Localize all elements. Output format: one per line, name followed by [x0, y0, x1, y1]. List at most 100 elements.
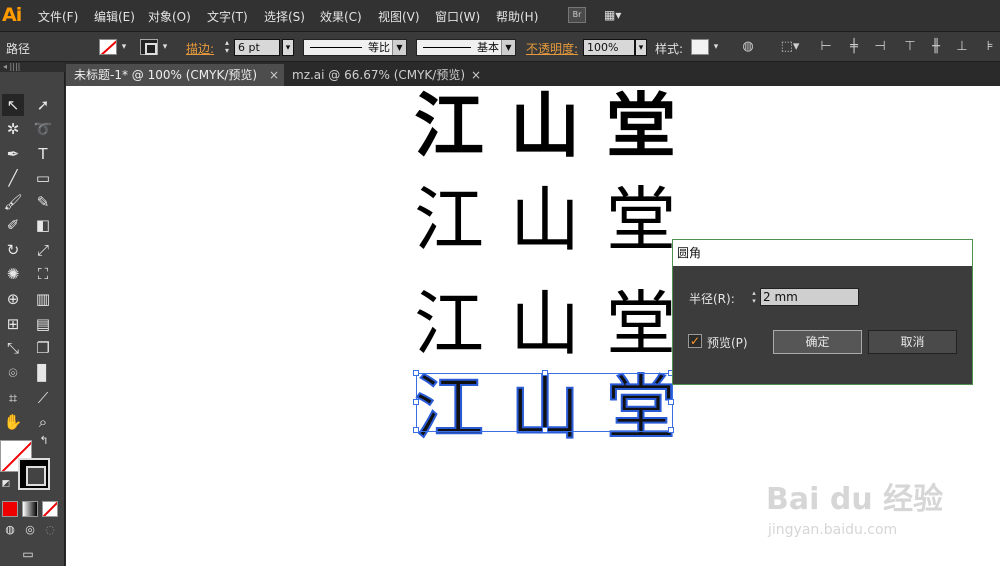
- graphic-style-swatch[interactable]: [691, 39, 709, 55]
- shape-builder-icon[interactable]: ⊕: [2, 288, 24, 310]
- artwork-text-row-2[interactable]: 江山堂: [414, 180, 702, 260]
- opacity-panel-link[interactable]: 不透明度:: [526, 40, 578, 57]
- radius-input[interactable]: 2 mm: [760, 288, 859, 306]
- align-top-icon[interactable]: ⊤: [902, 39, 918, 55]
- draw-inside-icon[interactable]: ◌: [42, 522, 58, 538]
- opacity-input[interactable]: 100%: [583, 39, 635, 56]
- line-icon[interactable]: ╱: [2, 167, 24, 189]
- fill-color-swatch[interactable]: [99, 39, 117, 55]
- resize-handle[interactable]: [542, 370, 548, 376]
- none-mode-icon[interactable]: [42, 501, 58, 517]
- align-bottom-icon[interactable]: ⊥: [954, 39, 970, 55]
- draw-behind-icon[interactable]: ◎: [22, 522, 38, 538]
- stroke-swatch[interactable]: [18, 458, 50, 490]
- artwork-text-row-1[interactable]: 江山堂: [414, 86, 702, 166]
- resize-handle[interactable]: [542, 427, 548, 433]
- distribute-icon[interactable]: ⊧: [982, 39, 998, 55]
- align-vertical-center-icon[interactable]: ╫: [928, 39, 944, 55]
- perspective-icon[interactable]: ▥: [32, 288, 54, 310]
- symbol-sprayer-icon[interactable]: ⌾: [2, 362, 24, 384]
- radius-spinner[interactable]: ▴ ▾: [749, 289, 759, 305]
- rotate-icon[interactable]: ↻: [2, 239, 24, 261]
- gradient-icon[interactable]: ▤: [32, 313, 54, 335]
- menu-select[interactable]: 选择(S): [264, 8, 305, 25]
- draw-normal-icon[interactable]: ◍: [2, 522, 18, 538]
- panel-grip[interactable]: ◂ ||||: [0, 62, 65, 72]
- selection-icon[interactable]: ↖: [2, 94, 24, 116]
- align-horizontal-center-icon[interactable]: ╪: [846, 39, 862, 55]
- menu-object[interactable]: 对象(O): [148, 8, 191, 25]
- menu-help[interactable]: 帮助(H): [496, 8, 538, 25]
- pen-icon[interactable]: ✒: [2, 143, 24, 165]
- resize-handle[interactable]: [413, 399, 419, 405]
- resize-handle[interactable]: [413, 370, 419, 376]
- menu-edit[interactable]: 编辑(E): [94, 8, 135, 25]
- hand-icon[interactable]: ✋: [2, 411, 24, 433]
- close-icon[interactable]: ×: [470, 64, 482, 86]
- radius-label: 半径(R):: [689, 292, 735, 306]
- eyedropper-icon[interactable]: ⤡: [2, 337, 24, 359]
- align-left-icon[interactable]: ⊢: [818, 39, 834, 55]
- color-mode-icon[interactable]: [2, 501, 18, 517]
- control-bar: 路径 ▾ ▾ 描边: ▴ ▾ 6 pt ▾ 等比 ▼ 基本 ▼ 不透明度: 100…: [0, 32, 1000, 62]
- stroke-dropdown-icon[interactable]: ▾: [160, 39, 170, 55]
- artboard-icon[interactable]: ⌗: [2, 387, 24, 409]
- paintbrush-icon[interactable]: 🖌: [2, 191, 24, 213]
- menu-effect[interactable]: 效果(C): [320, 8, 362, 25]
- stroke-weight-input[interactable]: 6 pt: [234, 39, 280, 56]
- tab-mz-ai[interactable]: mz.ai @ 66.67% (CMYK/预览) ×: [284, 64, 484, 86]
- variable-width-profile-select[interactable]: 等比 ▼: [303, 39, 407, 56]
- pencil-icon[interactable]: ✎: [32, 191, 54, 213]
- slice-icon[interactable]: ⟋: [32, 387, 54, 409]
- selection-bounding-box[interactable]: [413, 370, 674, 433]
- ok-button[interactable]: 确定: [773, 330, 862, 354]
- type-icon[interactable]: T: [32, 143, 54, 165]
- resize-handle[interactable]: [668, 399, 674, 405]
- resize-handle[interactable]: [668, 427, 674, 433]
- default-colors-icon[interactable]: ◩: [0, 478, 12, 490]
- workspace-switcher-button[interactable]: ▦▾: [604, 8, 634, 23]
- preview-checkbox[interactable]: ✓: [688, 334, 702, 348]
- bridge-button[interactable]: Br: [568, 7, 586, 23]
- fill-dropdown-icon[interactable]: ▾: [119, 39, 129, 55]
- menu-window[interactable]: 窗口(W): [435, 8, 480, 25]
- dialog-title[interactable]: 圆角: [673, 240, 972, 266]
- stroke-panel-link[interactable]: 描边:: [186, 40, 214, 57]
- gradient-mode-icon[interactable]: [22, 501, 38, 517]
- watermark-url: jingyan.baidu.com: [768, 522, 898, 538]
- menu-type[interactable]: 文字(T): [207, 8, 248, 25]
- align-to-selection-icon[interactable]: ⬚▾: [778, 39, 802, 55]
- tab-label: 未标题-1* @ 100% (CMYK/预览): [74, 68, 258, 82]
- align-right-icon[interactable]: ⊣: [872, 39, 888, 55]
- recolor-artwork-icon[interactable]: ◍: [740, 39, 756, 55]
- blend-icon[interactable]: ❐: [32, 337, 54, 359]
- opacity-dropdown-icon[interactable]: ▾: [635, 39, 647, 56]
- mesh-icon[interactable]: ⊞: [2, 313, 24, 335]
- grid-layout-icon: ▦▾: [604, 8, 622, 22]
- free-transform-icon[interactable]: ⛶: [32, 263, 54, 285]
- stroke-weight-spinner[interactable]: ▴ ▾: [222, 39, 232, 55]
- direct-selection-icon[interactable]: ➚: [32, 94, 54, 116]
- blob-brush-icon[interactable]: ✐: [2, 214, 24, 236]
- magic-wand-icon[interactable]: ✲: [2, 118, 24, 140]
- tab-untitled-1[interactable]: 未标题-1* @ 100% (CMYK/预览) ×: [66, 64, 284, 86]
- lasso-icon[interactable]: ➰: [32, 118, 54, 140]
- brush-definition-select[interactable]: 基本 ▼: [416, 39, 516, 56]
- scale-icon[interactable]: ⤢: [32, 239, 54, 261]
- warp-icon[interactable]: ✺: [2, 263, 24, 285]
- preview-label[interactable]: 预览(P): [707, 334, 748, 351]
- menu-file[interactable]: 文件(F): [38, 8, 78, 25]
- stroke-weight-dropdown-icon[interactable]: ▾: [282, 39, 294, 56]
- stroke-color-swatch[interactable]: [140, 39, 158, 55]
- resize-handle[interactable]: [413, 427, 419, 433]
- graph-icon[interactable]: ▊: [32, 362, 54, 384]
- menu-view[interactable]: 视图(V): [378, 8, 420, 25]
- artwork-text-row-3[interactable]: 江山堂: [414, 284, 702, 364]
- zoom-icon[interactable]: ⌕: [32, 411, 54, 433]
- screen-mode-icon[interactable]: ▭: [16, 546, 40, 562]
- close-icon[interactable]: ×: [268, 64, 280, 86]
- eraser-icon[interactable]: ◧: [32, 214, 54, 236]
- style-dropdown-icon[interactable]: ▾: [711, 39, 721, 55]
- cancel-button[interactable]: 取消: [868, 330, 957, 354]
- rectangle-icon[interactable]: ▭: [32, 167, 54, 189]
